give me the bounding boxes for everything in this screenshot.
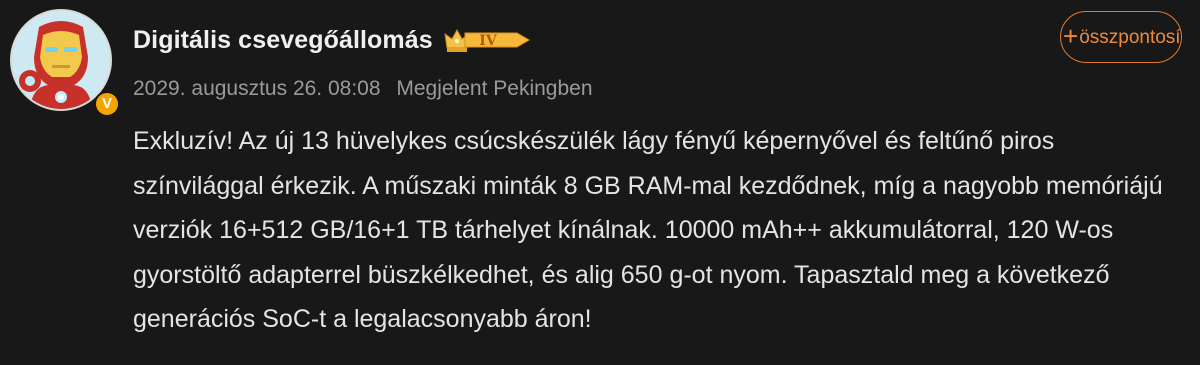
follow-button[interactable]: +összpontosít	[1060, 11, 1182, 63]
author-row: Digitális csevegőállomás IV	[133, 22, 531, 58]
follow-button-label: összpontosít	[1079, 27, 1182, 48]
verified-icon: V	[94, 91, 120, 117]
level-text: IV	[479, 33, 498, 49]
iron-man-avatar-icon	[12, 11, 110, 109]
post-meta: 2029. augusztus 26. 08:08 Megjelent Peki…	[133, 77, 593, 101]
post-body: Exkluzív! Az új 13 hüvelykes csúcskészül…	[133, 127, 1163, 333]
author-name[interactable]: Digitális csevegőállomás	[133, 26, 433, 55]
post-timestamp: 2029. augusztus 26. 08:08	[133, 77, 381, 100]
post-location: Megjelent Pekingben	[396, 77, 593, 100]
post-card: V Digitális csevegőállomás IV 2029. augu…	[0, 0, 1200, 365]
level-badge[interactable]: IV	[443, 27, 531, 53]
crown-icon: IV	[444, 28, 530, 52]
avatar-container[interactable]: V	[10, 9, 120, 117]
plus-icon: +	[1063, 21, 1079, 51]
